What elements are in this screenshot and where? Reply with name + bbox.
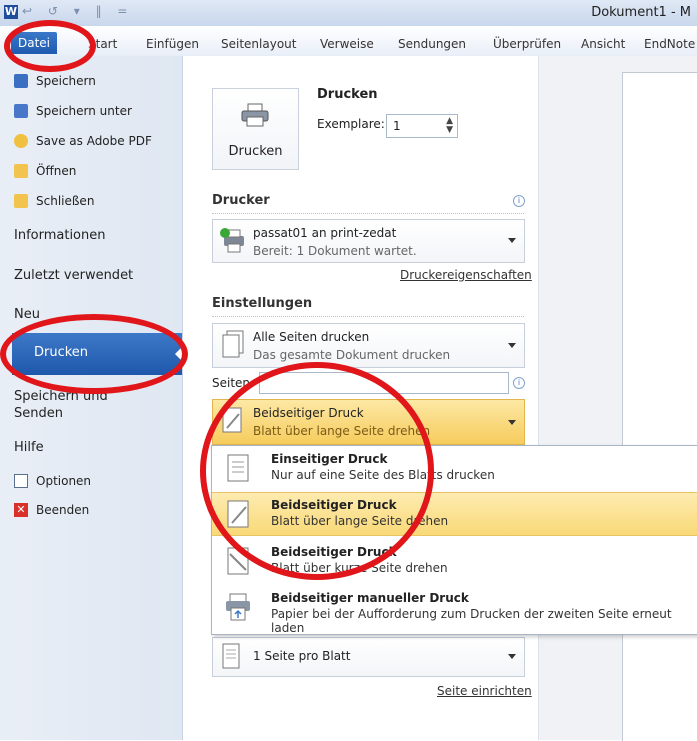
pages-desc: Das gesamte Dokument drucken [253, 348, 451, 362]
title-bar: W ↩ ↺ ▾ ‖ = Dokument1 - M [0, 0, 697, 26]
nav-label: Öffnen [36, 164, 77, 178]
option-desc: Papier bei der Aufforderung zum Drucken … [271, 607, 672, 635]
nav-label: Optionen [36, 474, 92, 488]
nav-neu[interactable]: Neu [14, 307, 40, 322]
chevron-down-icon [508, 654, 516, 659]
pdf-icon [14, 134, 28, 148]
copies-stepper[interactable]: 1 ▲ ▼ [386, 114, 458, 138]
option-title: Beidseitiger Druck [271, 498, 397, 512]
printer-icon [241, 103, 269, 127]
tab-endnote[interactable]: EndNote [644, 37, 695, 51]
print-button-label: Drucken [228, 144, 283, 159]
nav-speichern-unter[interactable]: Speichern unter [14, 104, 132, 118]
tab-ueberpruefen[interactable]: Überprüfen [493, 37, 561, 51]
divider [212, 316, 524, 317]
page-setup-link[interactable]: Seite einrichten [437, 684, 532, 698]
tab-sendungen[interactable]: Sendungen [398, 37, 466, 51]
option-desc: Nur auf eine Seite des Blatts drucken [271, 468, 495, 482]
print-button[interactable]: Drucken [212, 88, 299, 170]
pages-title: Alle Seiten drucken [253, 330, 370, 344]
settings-heading: Einstellungen [212, 296, 313, 311]
single-side-icon [227, 454, 249, 482]
nav-label: Save as Adobe PDF [36, 134, 152, 148]
close-icon: ✕ [14, 503, 28, 517]
printer-ready-icon [220, 228, 244, 253]
options-icon [14, 474, 28, 488]
nav-save-as-pdf[interactable]: Save as Adobe PDF [14, 134, 152, 148]
option-desc: Blatt über kurze Seite drehen [271, 561, 448, 575]
copies-label: Exemplare: [317, 117, 385, 131]
option-desc: Blatt über lange Seite drehen [271, 514, 449, 528]
info-icon[interactable]: i [513, 195, 525, 207]
pages-per-sheet-label: 1 Seite pro Blatt [253, 649, 351, 663]
print-heading: Drucken [317, 87, 378, 102]
nav-informationen[interactable]: Informationen [14, 228, 106, 243]
save-as-icon [14, 104, 28, 118]
tab-start[interactable]: Start [88, 37, 117, 51]
pages-input[interactable] [259, 372, 509, 394]
nav-label: Schließen [36, 194, 95, 208]
pages-dropdown[interactable]: Alle Seiten drucken Das gesamte Dokument… [212, 323, 525, 368]
chevron-down-icon [508, 343, 516, 348]
ribbon-tab-bar: Start Einfügen Seitenlayout Verweise Sen… [0, 26, 697, 57]
copies-value: 1 [393, 119, 401, 133]
tab-ansicht[interactable]: Ansicht [581, 37, 625, 51]
nav-schliessen[interactable]: Schließen [14, 194, 94, 208]
pages-icon [222, 330, 244, 358]
option-title: Beidseitiger Druck [271, 545, 397, 559]
tab-verweise[interactable]: Verweise [320, 37, 374, 51]
info-icon[interactable]: i [513, 377, 525, 389]
manual-duplex-icon [226, 593, 250, 621]
word-logo-icon: W [4, 5, 18, 19]
nav-hilfe[interactable]: Hilfe [14, 440, 44, 455]
option-title: Einseitiger Druck [271, 452, 388, 466]
nav-label: Speichern unter [36, 104, 132, 118]
chevron-down-icon [508, 420, 516, 425]
quick-access-toolbar[interactable]: ↩ ↺ ▾ ‖ = [22, 4, 133, 18]
nav-oeffnen[interactable]: Öffnen [14, 164, 76, 178]
nav-optionen[interactable]: Optionen [14, 474, 91, 488]
printer-dropdown[interactable]: passat01 an print-zedat Bereit: 1 Dokume… [212, 219, 525, 263]
nav-drucken-label: Drucken [34, 345, 89, 360]
preview-page [622, 72, 697, 741]
printer-name: passat01 an print-zedat [253, 226, 397, 240]
printer-properties-link[interactable]: Druckereigenschaften [400, 268, 532, 282]
option-beidseitig-lang[interactable]: Beidseitiger Druck Blatt über lange Seit… [212, 492, 697, 536]
nav-label: Beenden [36, 503, 90, 517]
tab-datei[interactable]: Datei [11, 32, 57, 54]
nav-speichern-senden[interactable]: Speichern und Senden [14, 388, 134, 422]
duplex-icon [222, 407, 242, 433]
folder-close-icon [14, 194, 28, 208]
stepper-arrows-icon[interactable]: ▲ ▼ [446, 117, 453, 135]
nav-beenden[interactable]: ✕ Beenden [14, 503, 89, 517]
divider [212, 213, 524, 214]
printer-status: Bereit: 1 Dokument wartet. [253, 244, 417, 258]
nav-speichern[interactable]: Speichern [14, 74, 96, 88]
duplex-options-menu: Einseitiger Druck Nur auf eine Seite des… [211, 445, 697, 635]
nav-label: Speichern [36, 74, 96, 88]
window-title: Dokument1 - M [591, 5, 691, 20]
chevron-down-icon [508, 238, 516, 243]
option-einseitig[interactable]: Einseitiger Druck Nur auf eine Seite des… [212, 447, 697, 489]
tab-seitenlayout[interactable]: Seitenlayout [221, 37, 296, 51]
pages-per-sheet-dropdown[interactable]: 1 Seite pro Blatt [212, 637, 525, 677]
tab-einfuegen[interactable]: Einfügen [146, 37, 199, 51]
duplex-long-icon [227, 500, 249, 528]
selection-pointer [175, 346, 183, 362]
option-manuell[interactable]: Beidseitiger manueller Druck Papier bei … [212, 586, 697, 635]
printer-heading: Drucker [212, 193, 270, 208]
duplex-desc: Blatt über lange Seite drehen [253, 424, 431, 438]
option-beidseitig-kurz[interactable]: Beidseitiger Druck Blatt über kurze Seit… [212, 540, 697, 582]
duplex-dropdown[interactable]: Beidseitiger Druck Blatt über lange Seit… [212, 399, 525, 445]
option-title: Beidseitiger manueller Druck [271, 591, 469, 605]
folder-open-icon [14, 164, 28, 178]
pages-label: Seiten: [212, 376, 255, 390]
nav-zuletzt-verwendet[interactable]: Zuletzt verwendet [14, 268, 133, 283]
nav-drucken[interactable]: Drucken [12, 333, 183, 375]
save-icon [14, 74, 28, 88]
duplex-short-icon [227, 547, 249, 575]
page-icon [222, 643, 240, 669]
duplex-title: Beidseitiger Druck [253, 406, 364, 420]
